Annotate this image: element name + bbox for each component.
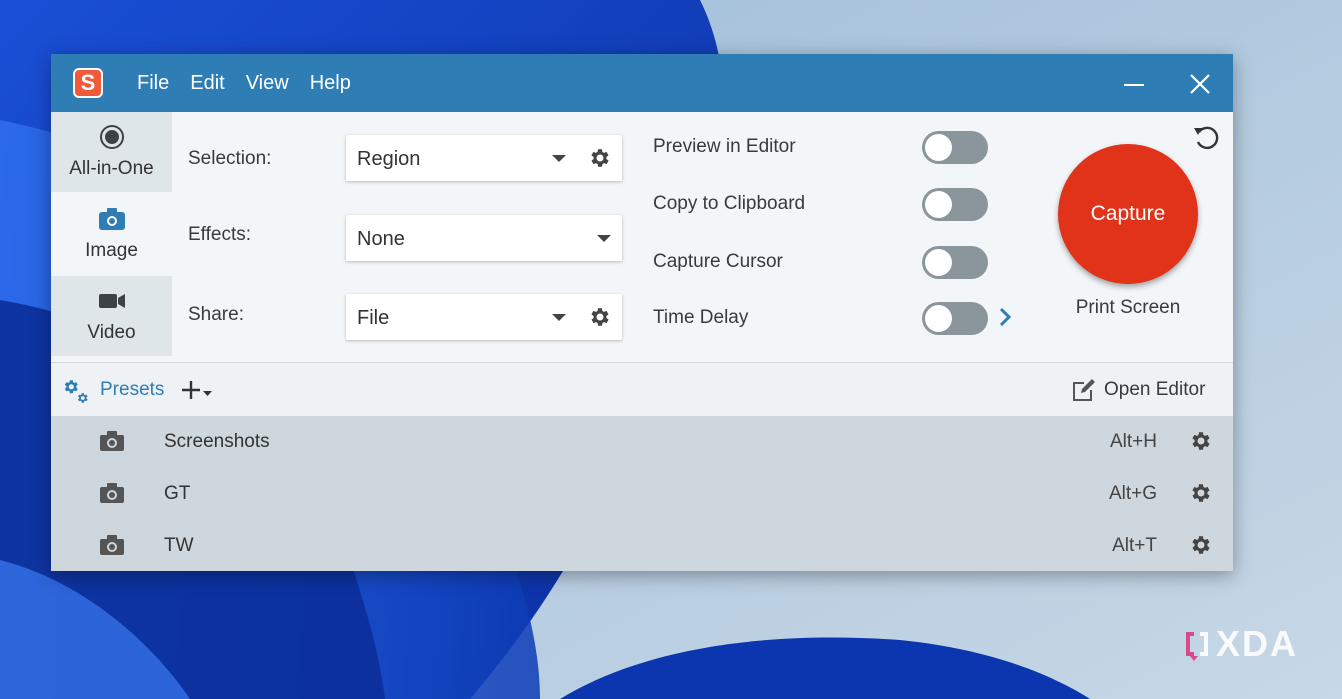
open-editor-button[interactable]: Open Editor xyxy=(1071,375,1221,405)
capture-cursor-toggle[interactable] xyxy=(922,246,988,279)
preset-list: Screenshots Alt+H GT Alt+G TW Alt+T xyxy=(51,416,1233,571)
tab-image[interactable]: Image xyxy=(51,194,172,274)
camera-icon xyxy=(99,208,125,230)
selection-dropdown[interactable]: Region xyxy=(346,135,622,181)
preset-row[interactable]: Screenshots Alt+H xyxy=(51,416,1233,468)
preset-name: GT xyxy=(164,483,191,504)
add-preset-icon[interactable] xyxy=(181,375,217,405)
tab-all-in-one[interactable]: All-in-One xyxy=(51,112,172,192)
gears-icon[interactable] xyxy=(61,376,91,406)
preset-name: Screenshots xyxy=(164,431,270,452)
capture-hotkey: Print Screen xyxy=(1075,297,1181,318)
effects-label: Effects: xyxy=(188,224,252,245)
preview-in-editor-label: Preview in Editor xyxy=(653,136,796,157)
time-delay-toggle[interactable] xyxy=(922,302,988,335)
presets-label[interactable]: Presets xyxy=(100,379,164,401)
tab-label: Video xyxy=(87,322,136,343)
gear-icon[interactable] xyxy=(1188,429,1212,453)
camera-icon xyxy=(100,431,124,451)
toggle-knob xyxy=(925,191,952,218)
preset-row[interactable]: TW Alt+T xyxy=(51,520,1233,572)
record-icon xyxy=(100,125,124,149)
menu-help[interactable]: Help xyxy=(310,72,351,95)
chevron-down-icon xyxy=(552,314,566,321)
presets-bar: Presets Open Editor xyxy=(51,362,1233,417)
camera-icon xyxy=(100,483,124,503)
video-camera-icon xyxy=(99,294,125,308)
share-value: File xyxy=(357,307,390,329)
toggle-knob xyxy=(925,249,952,276)
selection-value: Region xyxy=(357,148,421,170)
menu-file[interactable]: File xyxy=(137,72,169,95)
close-icon[interactable] xyxy=(1184,68,1216,100)
tab-label: Image xyxy=(85,240,138,261)
minimize-icon[interactable] xyxy=(1118,68,1150,100)
xda-watermark-text: XDA xyxy=(1216,623,1299,664)
camera-icon xyxy=(100,535,124,555)
share-dropdown[interactable]: File xyxy=(346,294,622,340)
effects-value: None xyxy=(357,228,405,250)
share-gear-icon[interactable] xyxy=(587,305,611,329)
toggle-knob xyxy=(925,134,952,161)
copy-to-clipboard-toggle[interactable] xyxy=(922,188,988,221)
gear-icon[interactable] xyxy=(1188,533,1212,557)
preset-row[interactable]: GT Alt+G xyxy=(51,468,1233,520)
tab-video[interactable]: Video xyxy=(51,276,172,356)
title-bar: S File Edit View Help xyxy=(51,54,1233,112)
tab-label: All-in-One xyxy=(69,158,154,179)
time-delay-label: Time Delay xyxy=(653,307,749,328)
preset-hotkey: Alt+G xyxy=(1108,483,1157,504)
gear-icon[interactable] xyxy=(1188,481,1212,505)
chevron-right-icon[interactable] xyxy=(997,306,1013,328)
open-editor-label: Open Editor xyxy=(1104,379,1206,400)
snagit-logo-icon: S xyxy=(73,68,103,98)
effects-dropdown[interactable]: None xyxy=(346,215,622,261)
chevron-down-icon xyxy=(552,155,566,162)
xda-logo-icon xyxy=(1186,632,1208,661)
chevron-down-icon xyxy=(597,235,611,242)
preset-hotkey: Alt+H xyxy=(1110,431,1157,452)
selection-label: Selection: xyxy=(188,148,272,169)
menu-edit[interactable]: Edit xyxy=(190,72,224,95)
selection-gear-icon[interactable] xyxy=(587,146,611,170)
toggle-knob xyxy=(925,305,952,332)
menu-bar: File Edit View Help xyxy=(137,72,372,95)
copy-to-clipboard-label: Copy to Clipboard xyxy=(653,193,806,214)
reset-icon[interactable] xyxy=(1191,122,1223,154)
capture-type-tabs: All-in-One Image Video xyxy=(51,112,172,360)
snagit-capture-window: S File Edit View Help All-in-One Image V… xyxy=(51,54,1233,571)
edit-icon xyxy=(1073,379,1095,401)
preset-name: TW xyxy=(164,535,194,556)
preset-hotkey: Alt+T xyxy=(1112,535,1157,556)
share-label: Share: xyxy=(188,304,244,325)
preview-in-editor-toggle[interactable] xyxy=(922,131,988,164)
menu-view[interactable]: View xyxy=(246,72,289,95)
capture-button[interactable]: Capture xyxy=(1058,144,1198,284)
capture-cursor-label: Capture Cursor xyxy=(653,251,783,272)
